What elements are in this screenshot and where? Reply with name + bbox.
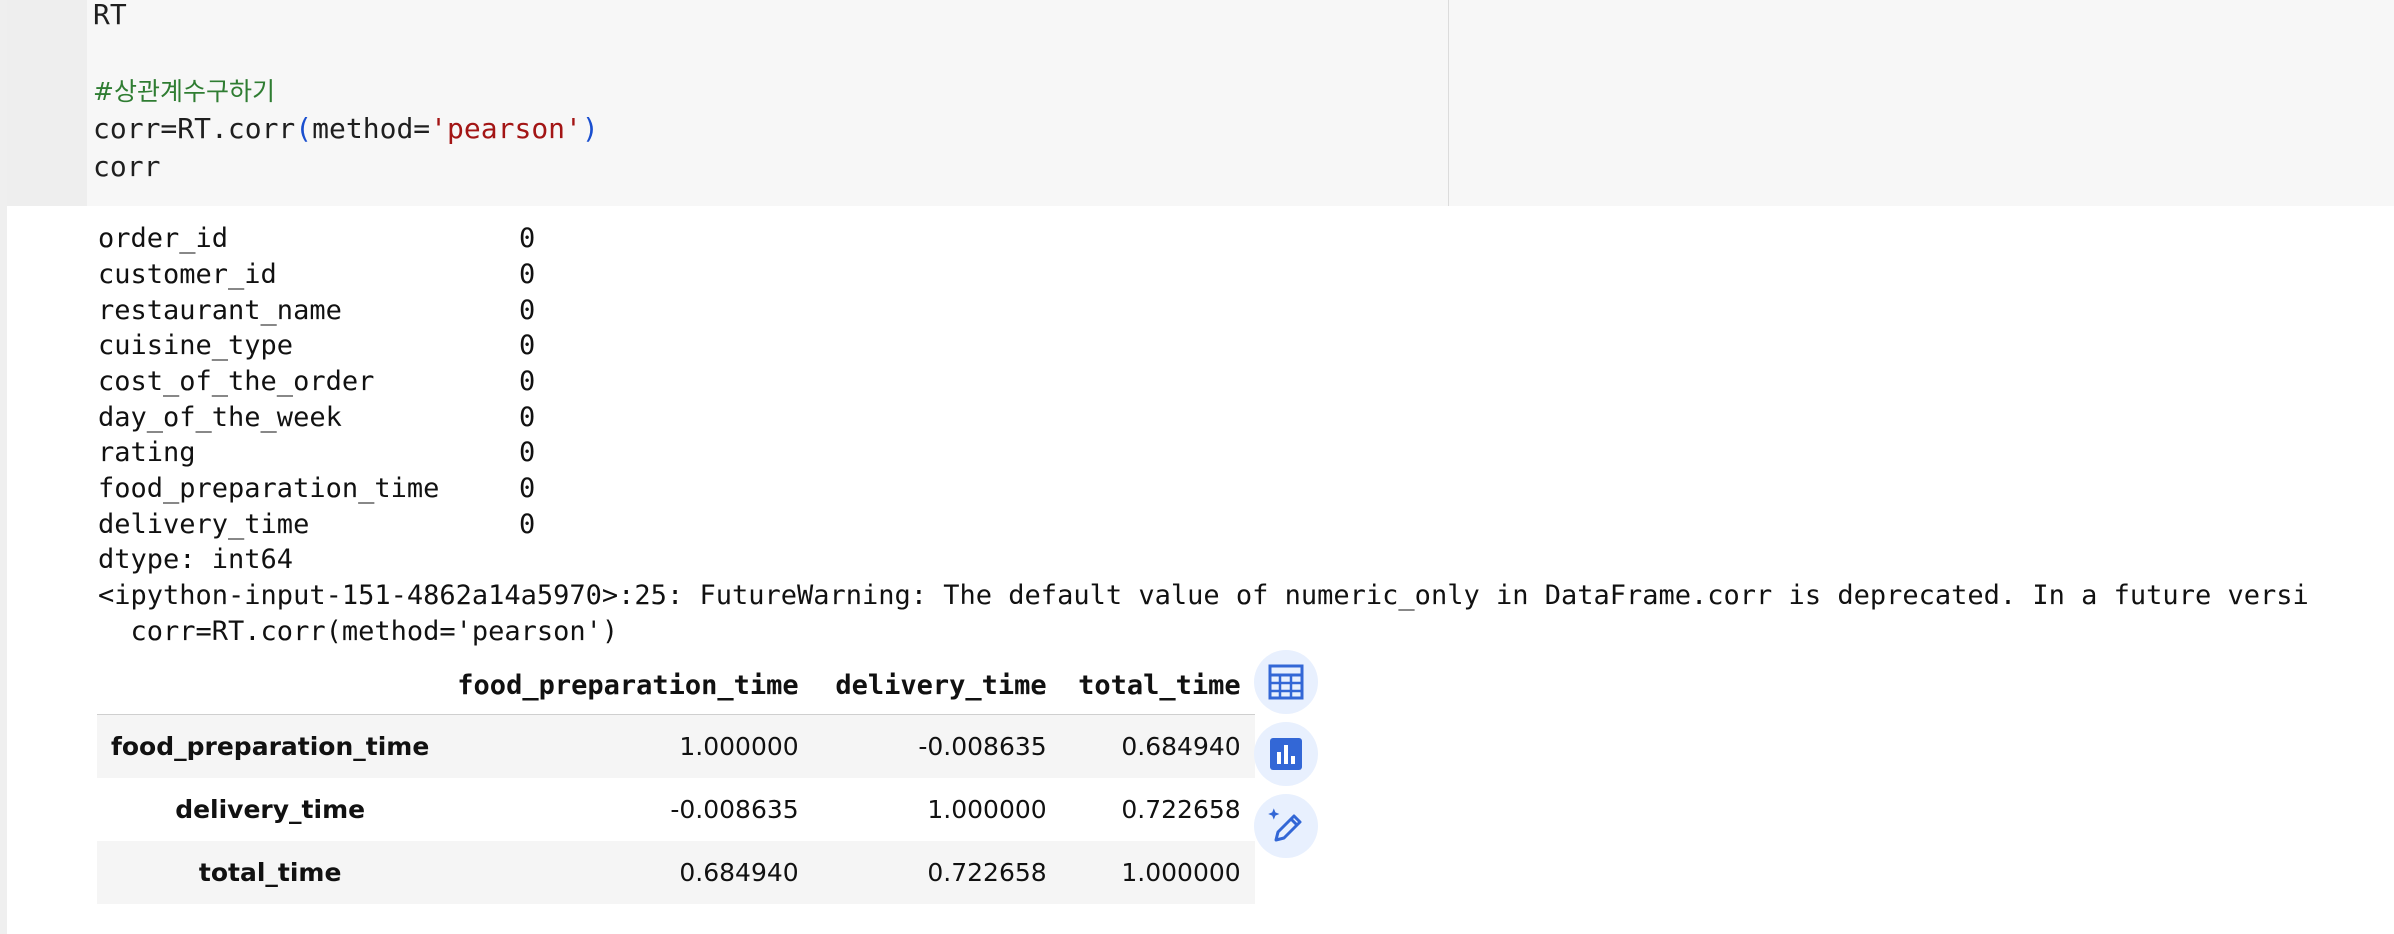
series-value: 0 (519, 259, 536, 290)
column-header: delivery_time (812, 656, 1061, 715)
series-name: customer_id (98, 259, 277, 290)
code-keyword: method= (312, 112, 431, 145)
future-warning: <ipython-input-151-4862a14a5970>:25: Fut… (98, 580, 2309, 611)
code-string: 'pearson' (430, 112, 582, 145)
table-cell: 1.000000 (927, 794, 1047, 824)
column-header: food_preparation_time (443, 656, 813, 715)
table-header-row: food_preparation_time delivery_time tota… (97, 656, 1255, 715)
cell-left-rule (0, 0, 7, 934)
series-name: order_id (98, 223, 229, 254)
table-cell: 0.722658 (927, 857, 1047, 887)
code-line-3[interactable]: corr=RT.corr(method='pearson') (93, 110, 599, 148)
code-cell[interactable] (7, 0, 2394, 206)
series-name: restaurant_name (98, 295, 342, 326)
code-line-1[interactable]: RT (93, 0, 127, 34)
table-cell: 1.000000 (679, 731, 799, 761)
series-row: restaurant_name 0 (98, 293, 535, 329)
series-name: delivery_time (98, 509, 310, 540)
series-value: 0 (519, 402, 536, 433)
series-row: day_of_the_week 0 (98, 400, 535, 436)
series-value: 0 (519, 330, 536, 361)
series-value: 0 (519, 437, 536, 468)
magic-edit-icon (1268, 808, 1302, 842)
series-value: 0 (519, 223, 536, 254)
series-row: cost_of_the_order 0 (98, 364, 535, 400)
table-icon (1268, 664, 1304, 700)
table-row: delivery_time -0.008635 1.000000 0.72265… (97, 778, 1255, 841)
warning-code-line: corr=RT.corr(method='pearson') (98, 616, 619, 647)
code-line-4[interactable]: corr (93, 148, 160, 186)
series-row: order_id 0 (98, 221, 535, 257)
comment-text: #상관계수구하기 (93, 77, 275, 106)
series-name: food_preparation_time (98, 473, 440, 504)
series-name: cuisine_type (98, 330, 294, 361)
row-index: food_preparation_time (111, 731, 430, 761)
table-row: total_time 0.684940 0.722658 1.000000 (97, 840, 1255, 904)
row-index: total_time (198, 857, 342, 887)
code-divider (1448, 0, 1449, 206)
code-open-paren: ( (295, 112, 313, 145)
series-value: 0 (519, 366, 536, 397)
table-cell: -0.008635 (670, 794, 799, 824)
table-cell: 0.684940 (1121, 731, 1241, 761)
series-name: rating (98, 437, 196, 468)
series-row: delivery_time 0 (98, 507, 535, 543)
series-row: food_preparation_time 0 (98, 471, 535, 507)
suggest-charts-button[interactable] (1254, 722, 1318, 786)
series-row: cuisine_type 0 (98, 328, 535, 364)
column-header: total_time (1060, 656, 1255, 715)
code-close-paren: ) (581, 112, 599, 145)
table-row: food_preparation_time 1.000000 -0.008635… (97, 714, 1255, 778)
series-row: customer_id 0 (98, 257, 535, 293)
code-gutter (7, 0, 87, 206)
table-cell: -0.008635 (918, 731, 1047, 761)
series-value: 0 (519, 509, 536, 540)
series-name: cost_of_the_order (98, 366, 375, 397)
bar-chart-icon (1270, 738, 1302, 770)
dtype-text: dtype: int64 (98, 544, 294, 575)
code-comment[interactable]: #상관계수구하기 (93, 72, 275, 111)
generate-code-button[interactable] (1254, 794, 1318, 858)
convert-to-interactive-table-button[interactable] (1254, 650, 1318, 714)
correlation-table: food_preparation_time delivery_time tota… (97, 656, 1255, 904)
series-value: 0 (519, 295, 536, 326)
series-name: day_of_the_week (98, 402, 342, 433)
series-value: 0 (519, 473, 536, 504)
code-call: corr=RT.corr (93, 112, 296, 145)
series-row: rating 0 (98, 435, 535, 471)
index-header (97, 656, 444, 715)
table-cell: 1.000000 (1121, 857, 1241, 887)
row-index: delivery_time (175, 794, 366, 824)
table-cell: 0.684940 (679, 857, 799, 887)
table-cell: 0.722658 (1121, 794, 1241, 824)
